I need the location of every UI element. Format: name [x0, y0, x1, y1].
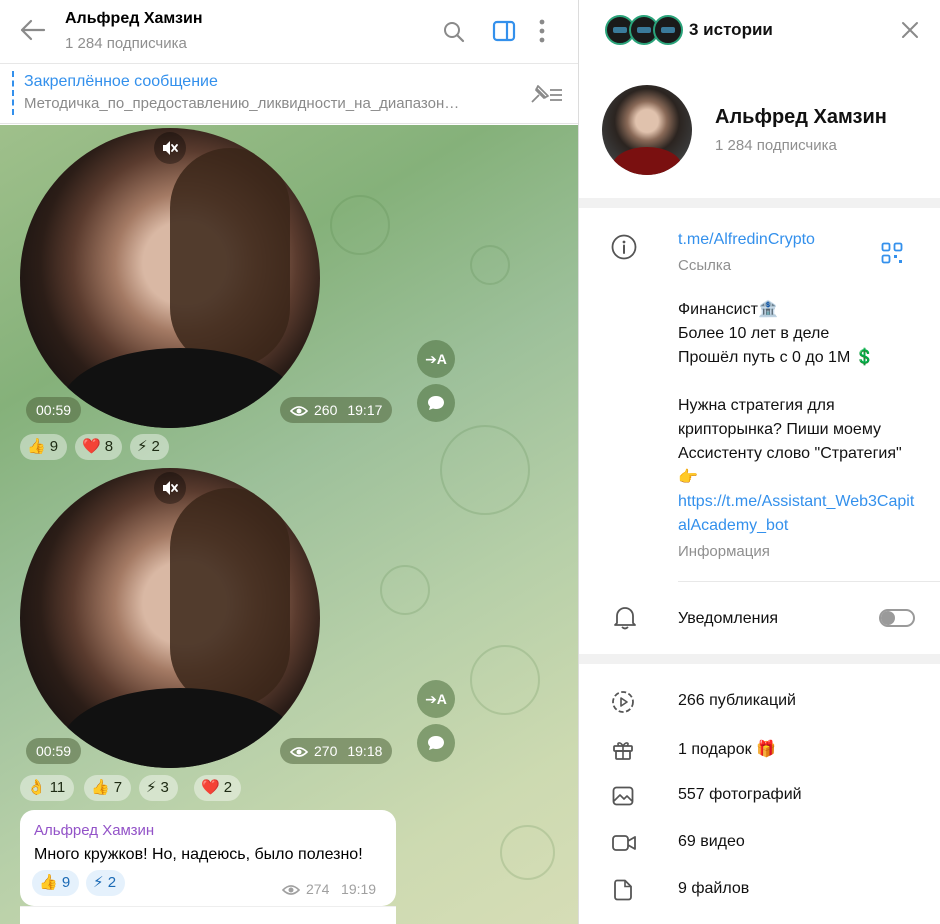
photo-icon — [611, 784, 635, 808]
view-count: 260 — [314, 402, 338, 418]
message-time: 19:17 — [347, 402, 383, 418]
chat-panel: Альфред Хамзин 1 284 подписчика Закреплё… — [0, 0, 578, 924]
background-doodle — [380, 565, 430, 615]
stat-row-videos[interactable]: 69 видео — [579, 819, 940, 866]
pinned-message-bar[interactable]: Закреплённое сообщение Методичка_по_пред… — [0, 65, 578, 124]
video-duration: 00:59 — [26, 397, 82, 423]
video-figure — [170, 488, 290, 708]
message-time: 19:19 — [341, 881, 377, 897]
stat-label: 69 видео — [678, 833, 745, 850]
profile-header-card: 3 истории Альфред Хамзин 1 284 подписчик… — [579, 0, 940, 198]
chat-title[interactable]: Альфред Хамзин — [65, 10, 202, 28]
stories-label[interactable]: 3 истории — [689, 20, 773, 40]
message-text: Много кружков! Но, надеюсь, было полезно… — [34, 846, 363, 863]
comment-button[interactable] — [417, 384, 455, 422]
reaction-chip[interactable]: ❤️ 8 — [75, 434, 123, 460]
reaction-chip[interactable]: 👍 9 — [32, 870, 80, 896]
reaction-chip[interactable]: ⚡ 2 — [86, 870, 126, 896]
file-icon — [611, 878, 635, 902]
pinned-text: Методичка_по_предоставлению_ликвидности_… — [24, 95, 460, 112]
profile-link[interactable]: t.me/AlfredinCrypto — [678, 231, 815, 249]
notifications-toggle[interactable] — [879, 609, 915, 627]
stat-label: 1 подарок 🎁 — [678, 741, 776, 758]
message-author[interactable]: Альфред Хамзин — [34, 822, 154, 839]
video-duration: 00:59 — [26, 738, 82, 764]
chat-subscribers: 1 284 подписчика — [65, 35, 187, 52]
bio-link[interactable]: https://t.me/Assistant_Web3CapitalAcadem… — [678, 490, 918, 538]
text-message-bubble[interactable]: Альфред Хамзин Много кружков! Но, надеюс… — [20, 810, 396, 906]
pinned-indicator — [12, 71, 14, 115]
story-thumbnail — [653, 15, 683, 45]
video-figure — [60, 348, 300, 428]
profile-panel: 3 истории Альфред Хамзин 1 284 подписчик… — [578, 0, 940, 924]
chat-header: Альфред Хамзин 1 284 подписчика — [0, 0, 578, 64]
video-meta: 260 19:17 — [280, 397, 393, 425]
comment-button[interactable] — [417, 724, 455, 762]
stat-label: 266 публикаций — [678, 692, 796, 709]
reaction-chip[interactable]: ⚡ 3 — [139, 775, 178, 801]
stat-label: 557 фотографий — [678, 786, 802, 803]
views-icon — [289, 740, 309, 766]
notifications-label: Уведомления — [678, 610, 779, 627]
divider — [678, 581, 940, 582]
muted-icon[interactable] — [154, 132, 186, 164]
avatar[interactable] — [602, 85, 692, 175]
translate-button[interactable]: ➔A — [417, 680, 455, 718]
background-doodle — [440, 425, 530, 515]
close-icon[interactable] — [901, 21, 919, 39]
video-figure — [170, 148, 290, 368]
profile-subscribers: 1 284 подписчика — [715, 137, 837, 154]
search-icon[interactable] — [442, 20, 466, 44]
video-figure — [60, 688, 300, 768]
views-icon — [289, 399, 309, 425]
background-doodle — [500, 825, 555, 880]
background-doodle — [330, 195, 390, 255]
qr-code-icon[interactable] — [881, 242, 903, 264]
stat-row-gifts[interactable]: 1 подарок 🎁 — [579, 725, 940, 772]
message-meta: 274 19:19 — [282, 881, 376, 897]
profile-info-card: t.me/AlfredinCrypto Ссылка Финансист🏦 Бо… — [579, 208, 940, 654]
more-vertical-icon[interactable] — [538, 18, 546, 44]
pinned-list-icon[interactable] — [528, 84, 564, 106]
avatar-figure — [612, 147, 682, 175]
gift-icon — [611, 737, 635, 761]
muted-icon[interactable] — [154, 472, 186, 504]
comment-icon — [428, 396, 444, 410]
view-count: 274 — [306, 881, 330, 897]
video-meta: 270 19:18 — [280, 738, 393, 766]
stories-avatars[interactable] — [605, 15, 685, 45]
stat-row-photos[interactable]: 557 фотографий — [579, 772, 940, 819]
reaction-chip[interactable]: 👍 9 — [20, 434, 68, 460]
video-icon — [611, 831, 637, 855]
reaction-chip[interactable]: 👍 7 — [84, 775, 132, 801]
stories-icon — [611, 690, 635, 714]
pinned-title: Закреплённое сообщение — [24, 73, 218, 90]
views-icon — [282, 885, 300, 895]
stat-label: 9 файлов — [678, 880, 750, 897]
profile-name: Альфред Хамзин — [715, 106, 887, 128]
side-panel-icon[interactable] — [492, 20, 516, 42]
stat-row-files[interactable]: 9 файлов — [579, 866, 940, 913]
media-stats-card: 266 публикаций 1 подарок 🎁 557 фотографи… — [579, 664, 940, 924]
comment-icon — [428, 736, 444, 750]
back-arrow-icon[interactable] — [20, 19, 46, 41]
message-time: 19:18 — [347, 743, 383, 759]
round-video-message[interactable] — [20, 128, 320, 428]
reaction-chip[interactable]: ❤️ 2 — [194, 775, 242, 801]
profile-bio: Финансист🏦 Более 10 лет в деле Прошёл пу… — [678, 301, 902, 486]
view-count: 270 — [314, 743, 338, 759]
info-icon — [611, 234, 637, 260]
background-doodle — [470, 245, 510, 285]
stat-row-publications[interactable]: 266 публикаций — [579, 678, 940, 725]
bio-caption: Информация — [678, 543, 770, 560]
link-caption: Ссылка — [678, 257, 732, 274]
bell-icon — [613, 605, 637, 631]
next-message-preview — [20, 906, 396, 924]
toggle-knob — [881, 611, 895, 625]
translate-button[interactable]: ➔A — [417, 340, 455, 378]
reaction-chip[interactable]: ⚡ 2 — [130, 434, 169, 460]
round-video-message[interactable] — [20, 468, 320, 768]
background-doodle — [470, 645, 540, 715]
reaction-chip[interactable]: 👌 11 — [20, 775, 75, 801]
